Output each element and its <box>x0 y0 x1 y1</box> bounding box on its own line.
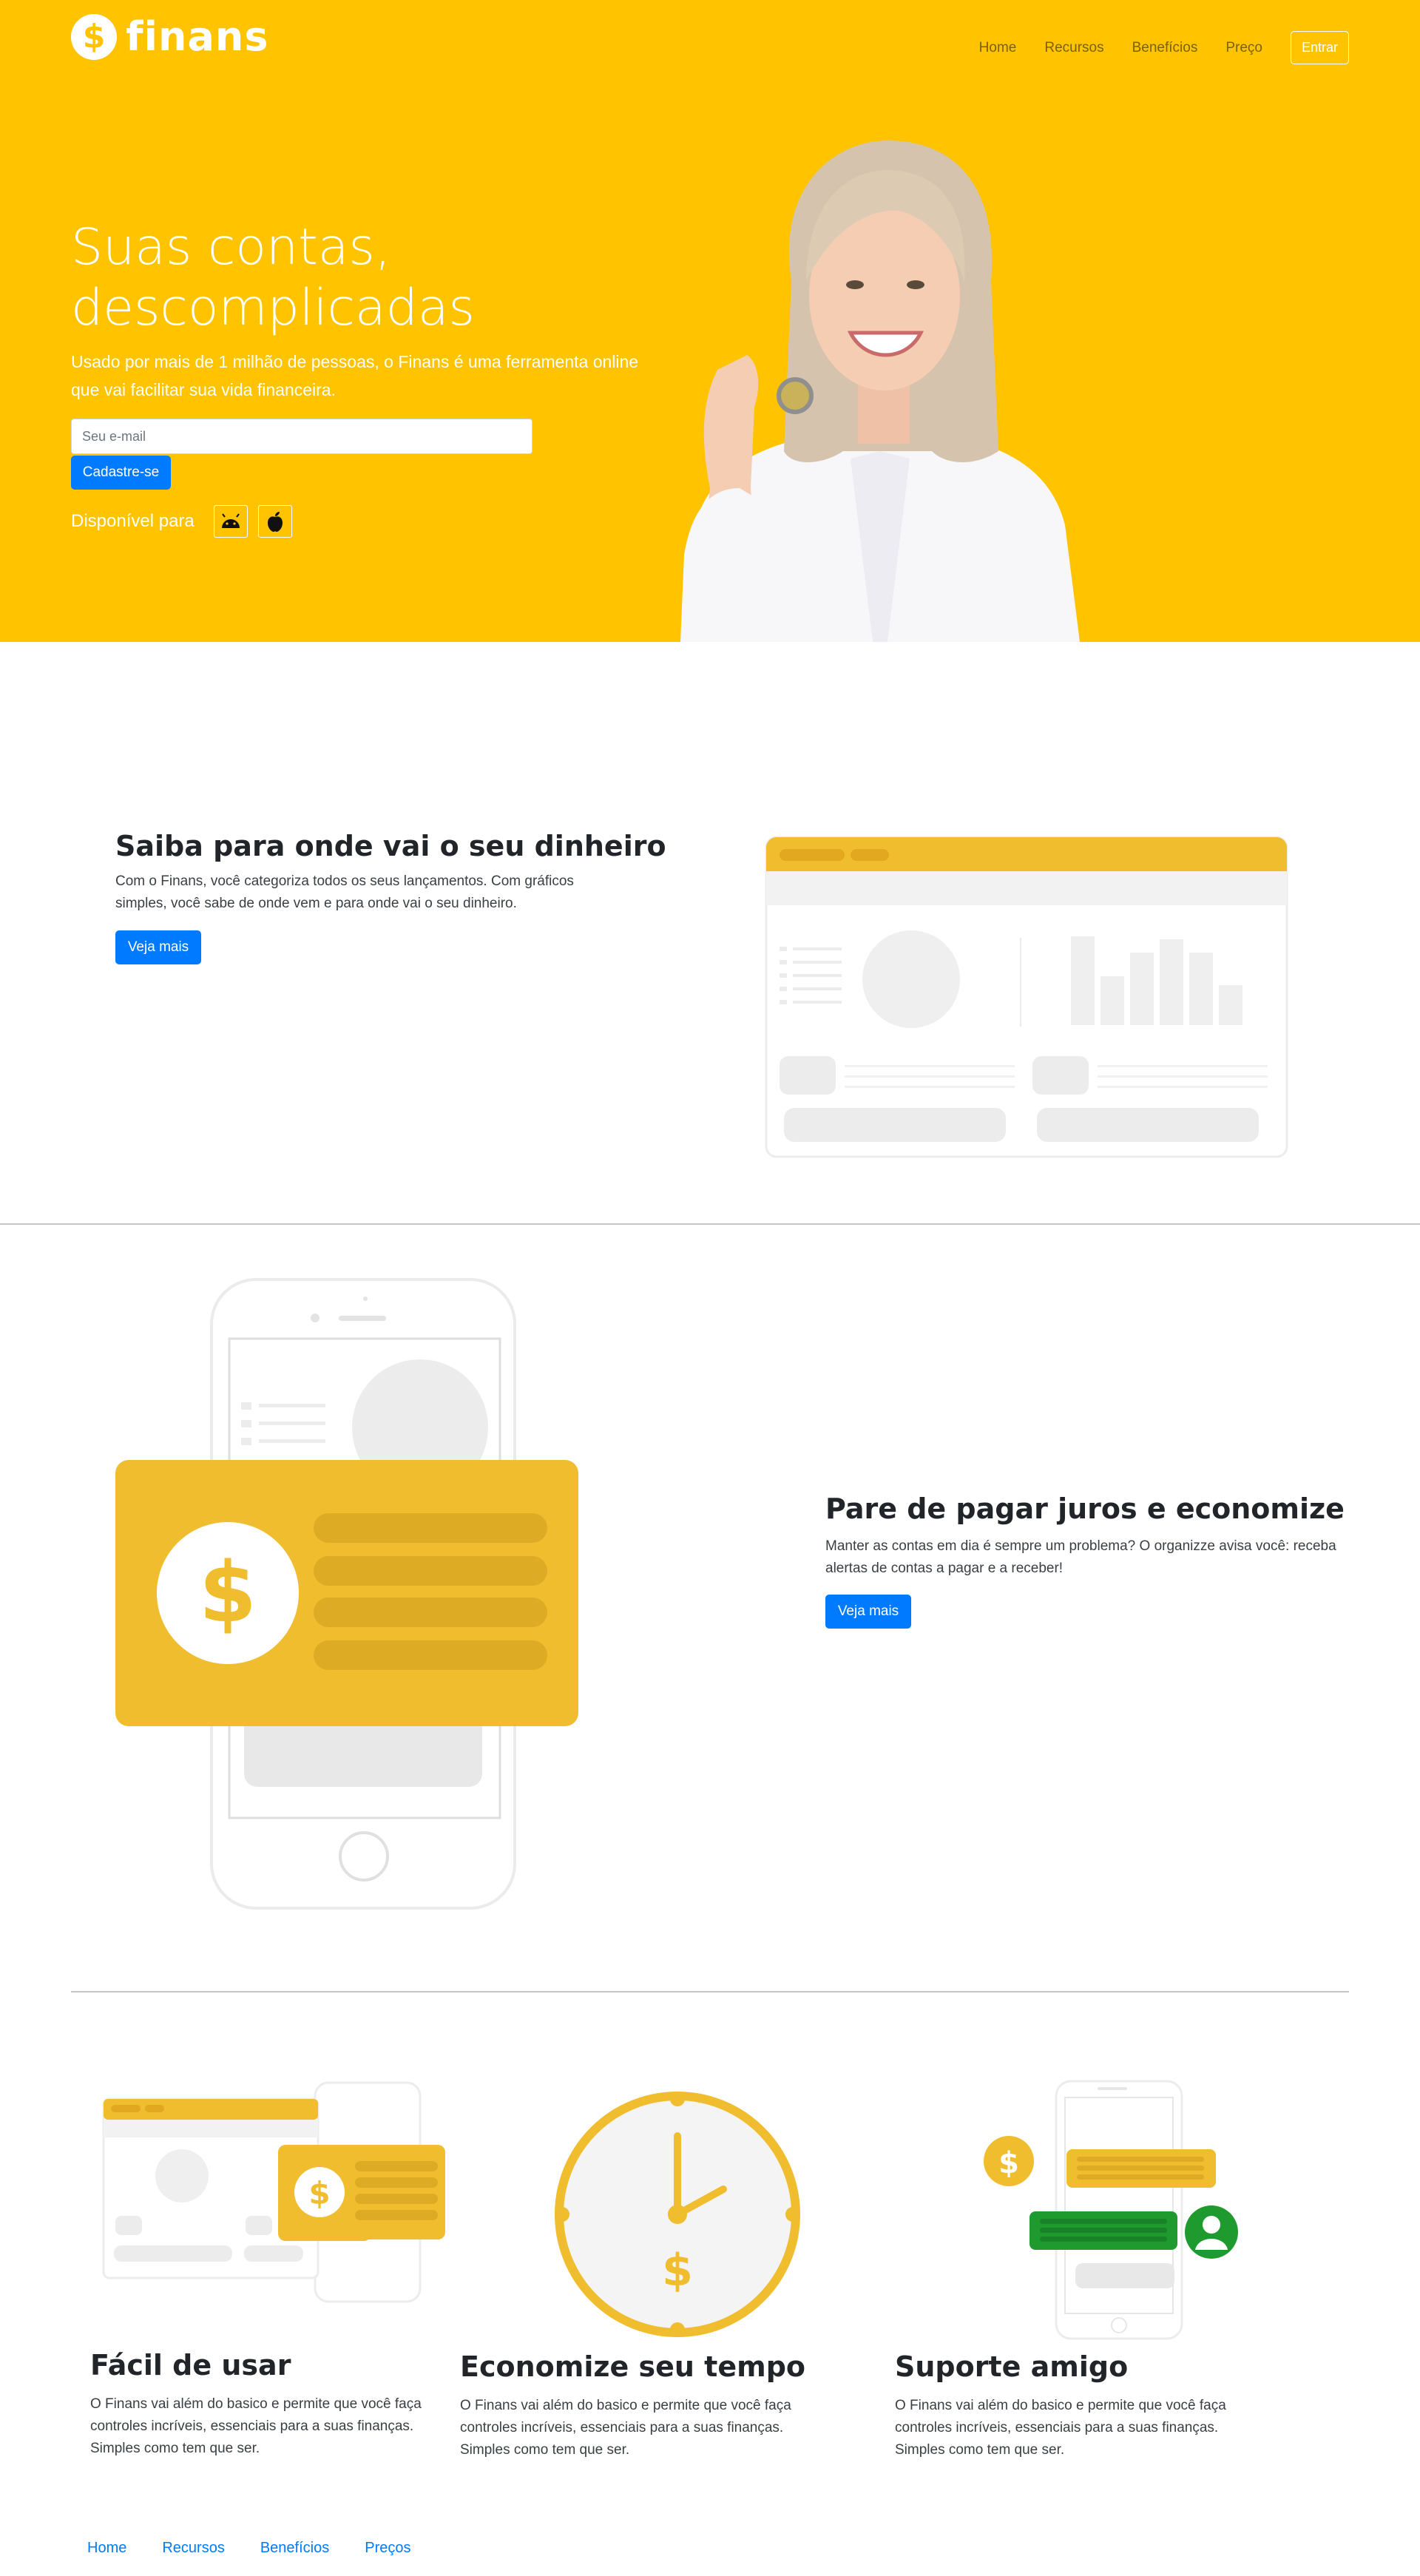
feature-text-time: O Finans vai além do basico e permite qu… <box>460 2398 791 2458</box>
nav-item-recursos[interactable]: Recursos <box>1044 40 1103 56</box>
chat-illustration: $ <box>984 2080 1238 2340</box>
money-section-text: Com o Finans, você categoriza todos os s… <box>115 873 574 911</box>
available-platforms: Disponível para <box>71 505 292 538</box>
money-section-title: Saiba para onde vai o seu dinheiro <box>115 830 666 862</box>
available-label: Disponível para <box>71 511 195 531</box>
interest-see-more-button[interactable]: Veja mais <box>825 1595 911 1629</box>
main-nav: Home Recursos Benefícios Preço Entrar <box>979 31 1349 64</box>
svg-text:$: $ <box>199 1545 257 1641</box>
feature-title-support: Suporte amigo <box>895 2350 1129 2383</box>
login-button[interactable]: Entrar <box>1290 31 1349 64</box>
feature-text-support: O Finans vai além do basico e permite qu… <box>895 2398 1226 2458</box>
nav-item-beneficios[interactable]: Benefícios <box>1132 40 1198 56</box>
footer-link-beneficios[interactable]: Benefícios <box>260 2540 329 2557</box>
svg-text:$: $ <box>662 2245 693 2296</box>
dollar-logo-icon: $ <box>71 13 117 60</box>
hero-section: $ finans Home Recursos Benefícios Preço … <box>0 0 1420 642</box>
android-icon[interactable] <box>213 505 248 538</box>
clock-icon: $ <box>555 2092 800 2337</box>
dashboard-illustration <box>765 836 1288 1158</box>
brand-name: finans <box>126 13 269 60</box>
nav-item-preco[interactable]: Preço <box>1225 40 1262 56</box>
brand-logo[interactable]: $ finans <box>71 13 268 60</box>
nav-item-home[interactable]: Home <box>979 40 1017 56</box>
hero-subtitle: Usado por mais de 1 milhão de pessoas, o… <box>71 352 639 399</box>
hero-title: Suas contas, descomplicadas <box>71 218 475 337</box>
feature-text-easy: O Finans vai além do basico e permite qu… <box>90 2396 422 2456</box>
section-divider <box>71 1991 1349 1992</box>
feature-title-easy: Fácil de usar <box>90 2349 291 2381</box>
footer-nav: Home Recursos Benefícios Preços <box>87 2540 421 2557</box>
woman-holding-coin-image <box>680 141 1080 642</box>
footer-link-precos[interactable]: Preços <box>365 2540 410 2557</box>
footer-link-recursos[interactable]: Recursos <box>162 2540 224 2557</box>
bill-card-icon: $ <box>280 2145 445 2239</box>
svg-text:$: $ <box>308 2175 330 2211</box>
footer-link-home[interactable]: Home <box>87 2540 126 2557</box>
email-input[interactable] <box>71 419 532 454</box>
svg-text:$: $ <box>998 2146 1019 2180</box>
apple-icon[interactable] <box>257 505 292 538</box>
signup-button[interactable]: Cadastre-se <box>71 456 171 490</box>
section-divider <box>0 1223 1420 1225</box>
interest-section-text: Manter as contas em dia é sempre um prob… <box>825 1538 1336 1576</box>
phone-bill-illustration: $ <box>115 1278 578 1910</box>
feature-title-time: Economize seu tempo <box>460 2350 806 2383</box>
interest-section-title: Pare de pagar juros e economize <box>825 1492 1345 1525</box>
money-see-more-button[interactable]: Veja mais <box>115 930 201 964</box>
